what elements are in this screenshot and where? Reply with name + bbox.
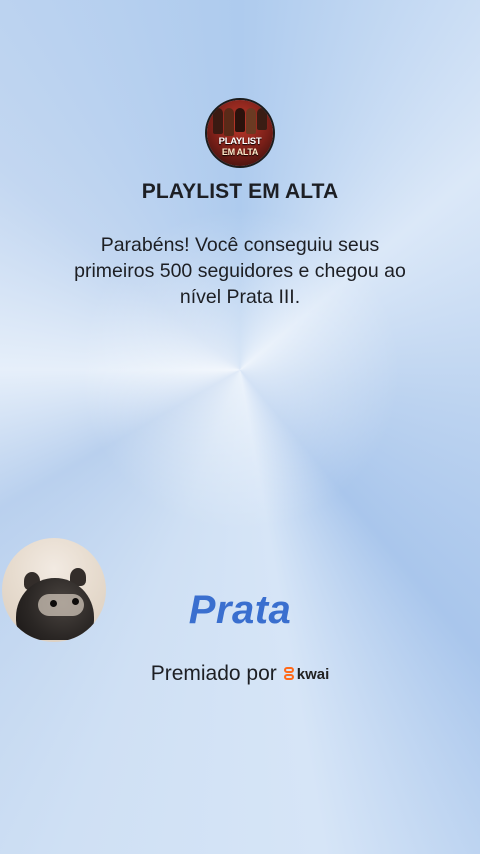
kwai-logo: kwai [283, 665, 330, 683]
kwai-brand-text: kwai [296, 665, 330, 683]
channel-title: PLAYLIST EM ALTA [141, 180, 339, 203]
channel-logo: PLAYLIST EM ALTA [207, 100, 273, 166]
logo-text-line1: PLAYLIST [218, 136, 262, 147]
congratulation-message: Parabéns! Você conseguiu seus primeiros … [74, 234, 406, 308]
level-name: Prata [188, 588, 292, 632]
sponsor-line: Premiado por kwai [0, 662, 480, 686]
kwai-icon [283, 667, 295, 681]
logo-text-line2: EM ALTA [221, 147, 259, 157]
logo-figures [207, 108, 273, 138]
sponsor-prefix: Premiado por [150, 662, 277, 685]
